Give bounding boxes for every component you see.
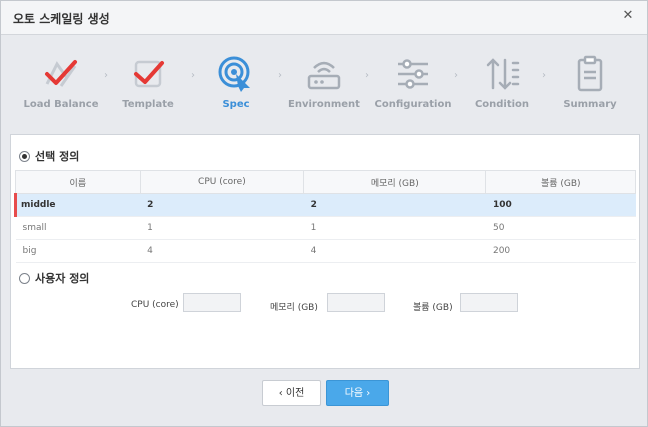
volume-field-label: 볼륨 (GB)	[413, 303, 453, 313]
table-row[interactable]: big 4 4 200	[15, 239, 636, 263]
cpu-field-label: CPU (core)	[131, 300, 179, 310]
spec-table: 이름 CPU (core) 메모리 (GB) 볼륨 (GB) middle 2 …	[14, 170, 636, 263]
custom-option[interactable]: 사용자 정의	[19, 270, 89, 286]
wizard-steps: Load Balance › Template › Spec › Environ…	[1, 36, 647, 128]
table-row[interactable]: middle 2 2 100	[14, 193, 636, 217]
checkmark-icon	[134, 60, 164, 88]
step-load-balance[interactable]: Load Balance	[13, 54, 109, 118]
preset-option[interactable]: 선택 정의	[19, 148, 79, 164]
memory-input[interactable]	[327, 293, 385, 312]
custom-label: 사용자 정의	[35, 272, 90, 285]
row-name: small	[15, 216, 141, 240]
row-cpu: 2	[140, 193, 304, 217]
column-header-cpu: CPU (core)	[139, 170, 305, 194]
sliders-icon	[398, 59, 428, 89]
custom-radio[interactable]	[19, 272, 30, 284]
step-label: Template	[122, 99, 174, 110]
step-summary[interactable]: Summary	[542, 54, 638, 118]
row-name: big	[15, 239, 141, 263]
volume-input[interactable]	[460, 293, 518, 312]
prev-button[interactable]: ‹ 이전	[262, 380, 321, 406]
row-memory: 4	[303, 239, 486, 263]
row-cpu: 1	[140, 216, 304, 240]
auto-scaling-dialog: 오토 스케일링 생성 ✕ Load Balance › Template › S…	[0, 0, 648, 427]
target-cursor-icon	[218, 56, 250, 92]
sort-arrows-icon	[486, 58, 520, 90]
table-header: 이름 CPU (core) 메모리 (GB) 볼륨 (GB)	[15, 170, 636, 194]
clipboard-icon	[577, 55, 603, 92]
row-volume: 200	[485, 239, 636, 263]
next-button[interactable]: 다음 ›	[326, 380, 389, 406]
column-header-name: 이름	[15, 170, 141, 194]
custom-fields: CPU (core) 메모리 (GB) 볼륨 (GB)	[131, 293, 551, 313]
step-label: Condition	[474, 99, 530, 110]
close-icon[interactable]: ✕	[621, 9, 635, 23]
preset-radio[interactable]	[19, 150, 30, 162]
memory-field-label: 메모리 (GB)	[270, 303, 318, 313]
row-name: middle	[14, 193, 141, 217]
step-label: Spec	[222, 99, 250, 110]
step-condition[interactable]: Condition	[454, 54, 550, 118]
checkmark-icon	[45, 60, 77, 87]
step-spec[interactable]: Spec	[188, 54, 284, 118]
title-bar: 오토 스케일링 생성 ✕	[1, 1, 647, 35]
step-configuration[interactable]: Configuration	[365, 54, 461, 118]
step-label: Configuration	[374, 99, 452, 110]
step-template[interactable]: Template	[100, 54, 196, 118]
column-header-volume: 볼륨 (GB)	[485, 170, 636, 194]
step-label: Summary	[563, 99, 617, 110]
step-environment[interactable]: Environment	[276, 54, 372, 118]
row-volume: 100	[485, 193, 636, 217]
preset-label: 선택 정의	[35, 150, 80, 163]
row-memory: 1	[303, 216, 486, 240]
table-row[interactable]: small 1 1 50	[15, 216, 636, 240]
spec-panel: 선택 정의 이름 CPU (core) 메모리 (GB) 볼륨 (GB) mid…	[10, 134, 640, 369]
dialog-title: 오토 스케일링 생성	[13, 12, 110, 26]
row-memory: 2	[303, 193, 486, 217]
step-label: Load Balance	[23, 99, 99, 110]
router-icon	[307, 61, 341, 90]
step-label: Environment	[288, 99, 360, 110]
row-cpu: 4	[140, 239, 304, 263]
column-header-memory: 메모리 (GB)	[303, 170, 487, 194]
row-volume: 50	[485, 216, 636, 240]
cpu-input[interactable]	[183, 293, 241, 312]
